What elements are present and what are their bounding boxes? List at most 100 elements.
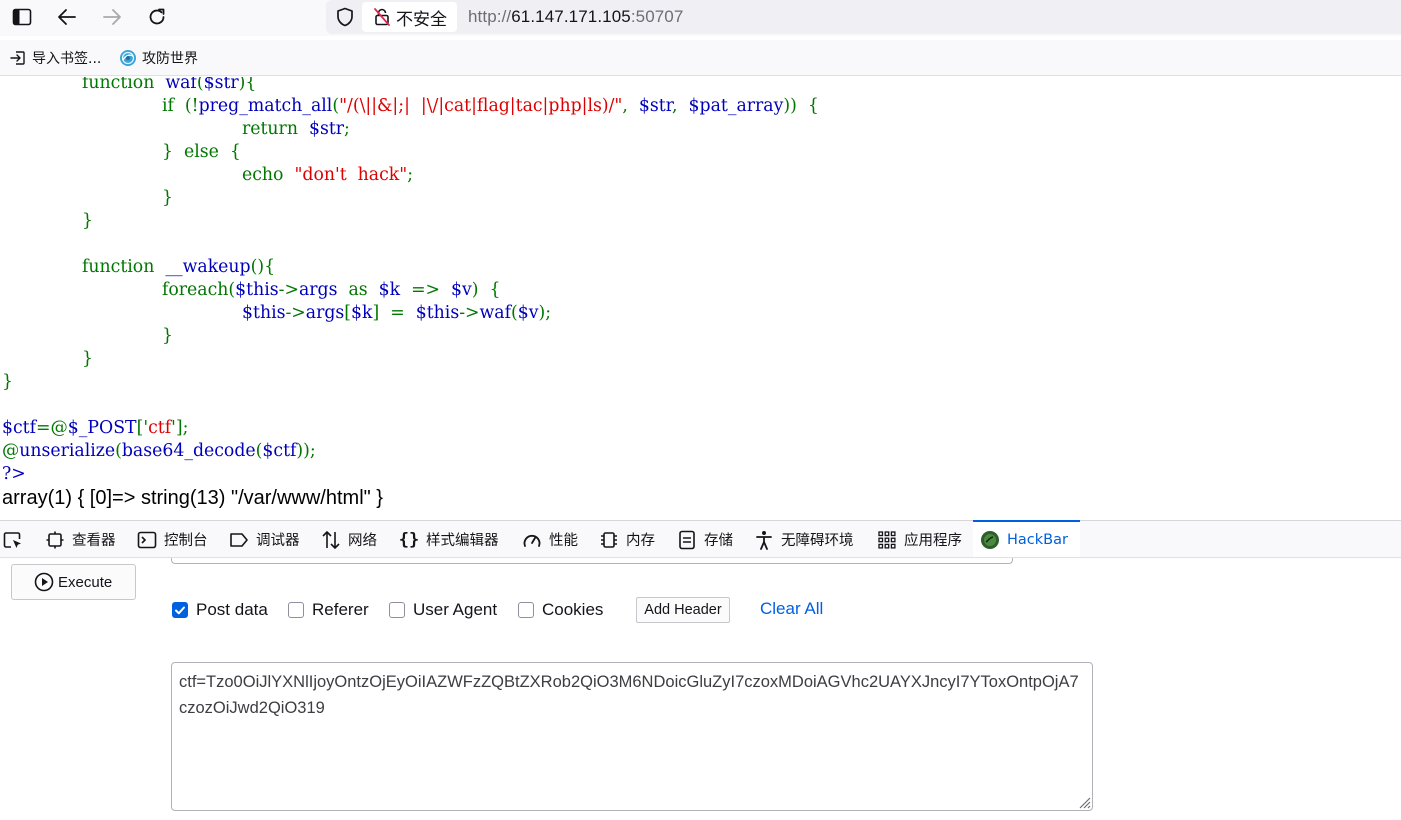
code-token: -> [285,303,306,323]
inspector-icon [44,529,66,551]
code-line: } [162,187,173,210]
tab-label: 无障碍环境 [781,533,854,549]
code-token: (){ [250,257,276,277]
tab-label: 样式编辑器 [426,533,499,549]
code-line: ?> [2,463,26,486]
play-icon [34,572,54,592]
tab-storage[interactable]: 存储 [670,521,739,558]
code-token: ); [538,303,552,323]
url-port: :50707 [630,7,684,26]
code-token: $this [235,280,279,300]
code-token: args [305,303,345,323]
bookmark-label: 攻防世界 [142,51,198,67]
site-security-indicator[interactable]: 不安全 [362,2,457,32]
code-token: (! [184,96,199,116]
code-token: echo [242,165,295,185]
tab-label: 性能 [549,533,578,549]
checkbox-checked[interactable] [172,602,188,618]
code-token: => [411,280,452,300]
code-token: ctf [148,418,172,438]
checkbox-unchecked[interactable] [389,602,405,618]
tab-application[interactable]: 应用程序 [870,521,968,558]
tab-label: HackBar [1007,531,1068,548]
tab-label: 调试器 [256,533,300,549]
import-icon [9,49,27,67]
url-scheme: http:// [468,7,512,26]
tab-style-editor[interactable]: {} 样式编辑器 [392,521,505,558]
element-picker-icon[interactable] [2,530,24,552]
tab-network[interactable]: 网络 [314,521,383,558]
tracking-shield-icon[interactable] [334,6,356,28]
tab-hackbar[interactable]: HackBar [973,520,1080,557]
code-token: , [672,96,689,116]
tab-label: 内存 [626,533,655,549]
code-token: args [298,280,349,300]
style-editor-icon: {} [398,529,420,550]
user-agent-checkbox[interactable]: User Agent [389,600,497,620]
option-label: Cookies [542,600,604,619]
add-header-button[interactable]: Add Header [636,597,730,623]
code-token: $k [351,303,373,323]
code-token: $this [415,303,460,323]
execute-button[interactable]: Execute [11,564,136,600]
code-token: $v [451,280,472,300]
code-token: } [162,188,173,208]
storage-icon [676,529,698,551]
tab-debugger[interactable]: 调试器 [222,521,306,558]
back-icon[interactable] [53,4,81,30]
code-token: "/(\||&|;| |\/|cat|flag|tac|php|ls)/" [339,96,623,116]
url-bar[interactable]: 不安全 http://61.147.171.105:50707 [326,0,1401,34]
tab-accessibility[interactable]: 无障碍环境 [747,521,860,558]
post-data-checkbox[interactable]: Post data [172,600,268,620]
tab-performance[interactable]: 性能 [515,521,584,558]
code-line: } [162,325,173,348]
code-token: $_POST [67,418,137,438]
bookmark-gongfang[interactable]: 攻防世界 [119,49,198,67]
code-token: [' [136,418,149,438]
code-line: echo "don't hack"; [242,164,413,187]
tab-console[interactable]: 控制台 [130,521,214,558]
reload-icon[interactable] [143,4,171,30]
forward-icon[interactable] [98,4,126,30]
code-token: if [162,96,185,116]
referer-checkbox[interactable]: Referer [288,600,369,620]
bookmarks-bar: 导入书签... 攻防世界 [0,40,1401,76]
code-token: __wakeup [165,257,251,277]
code-token: , [622,96,639,116]
tab-inspector[interactable]: 查看器 [38,521,122,558]
code-token: function [82,77,166,93]
code-token: as [348,280,379,300]
tab-label: 应用程序 [904,533,962,549]
bookmark-import[interactable]: 导入书签... [9,49,101,67]
tab-label: 查看器 [72,533,116,549]
code-line: $this->args[$k] = $this->waf($v); [242,302,551,325]
resize-grip-icon[interactable] [1075,793,1091,809]
code-line: if (!preg_match_all("/(\||&|;| |\/|cat|f… [162,95,819,118]
code-token: @ [2,441,20,461]
code-token: function [82,257,166,277]
sidebar-toggle-icon[interactable] [8,4,36,30]
checkbox-unchecked[interactable] [518,602,534,618]
tab-label: 控制台 [164,533,208,549]
code-line: } [82,210,93,233]
code-token: $ctf [2,418,37,438]
performance-icon [521,529,543,551]
tab-memory[interactable]: 内存 [592,521,661,558]
code-line: foreach($this->args as $k => $v) { [162,279,501,302]
globe-favicon [119,49,137,67]
code-token: return [242,119,309,139]
code-token: base64_decode [121,441,256,461]
hackbar-icon [979,529,1001,551]
url-host: 61.147.171.105 [511,7,631,26]
clear-all-link[interactable]: Clear All [760,599,823,619]
code-token: foreach [162,280,229,300]
post-data-textarea[interactable]: ctf=Tzo0OiJlYXNlIjoyOntzOjEyOiIAZWFzZQBt… [171,662,1093,811]
insecure-lock-icon [372,7,392,27]
url-text[interactable]: http://61.147.171.105:50707 [468,7,683,27]
application-icon [876,529,898,551]
checkbox-unchecked[interactable] [288,602,304,618]
cookies-checkbox[interactable]: Cookies [518,600,603,620]
code-token: ] = [372,303,416,323]
url-textarea-bottom[interactable] [171,558,1013,564]
code-token: ; [407,165,414,185]
